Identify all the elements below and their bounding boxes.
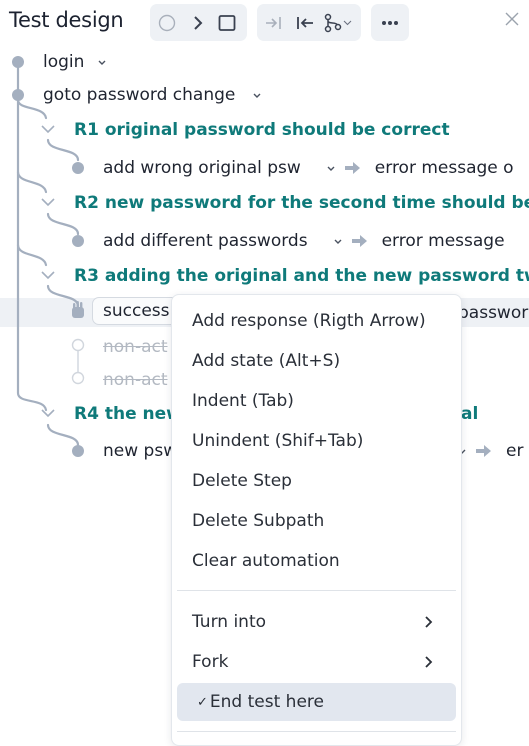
collapse-r2-icon — [41, 198, 55, 207]
step-label: success — [103, 301, 170, 321]
requirement-label: R3 adding the original and the new passw… — [74, 266, 529, 286]
add-block-button[interactable] — [212, 4, 242, 41]
chevron-down-icon[interactable] — [325, 162, 337, 174]
menu-item-label: Add state (Alt+S) — [192, 351, 341, 371]
circle-state-icon — [158, 14, 176, 31]
tree-step-r2s1[interactable]: add different passwords error message — [103, 226, 505, 256]
add-state-button[interactable] — [150, 4, 184, 41]
branch-r2 — [16, 170, 48, 194]
indent-button[interactable] — [257, 4, 291, 41]
context-menu: Add response (Rigth Arrow) Add state (Al… — [171, 294, 462, 746]
indent-icon — [266, 16, 281, 29]
step-label: add wrong original psw — [103, 158, 301, 178]
unindent-icon — [297, 16, 313, 29]
menu-item-label: Clear automation — [192, 551, 340, 571]
menu-item-label: Delete Subpath — [192, 511, 325, 531]
menu-item-label: Delete Step — [192, 471, 292, 491]
tree-step-r3s2[interactable]: non-act — [103, 332, 168, 362]
disabled-node — [71, 338, 85, 352]
menu-item-turn-into[interactable]: Turn into — [177, 603, 456, 641]
tree-step-goto[interactable]: goto password change — [43, 80, 263, 110]
disabled-step-label: non-act — [103, 370, 168, 390]
menu-item-label: Unindent (Shif+Tab) — [192, 431, 364, 451]
menu-item-label: Indent (Tab) — [192, 391, 294, 411]
add-response-button[interactable] — [184, 4, 212, 41]
tree-requirement-r4-tail: al — [461, 399, 478, 429]
requirement-label: R2 new password for the second time shou… — [74, 193, 529, 213]
response-arrow-icon — [351, 235, 367, 247]
node-dot — [12, 89, 24, 101]
tree-requirement-r3[interactable]: R3 adding the original and the new passw… — [74, 261, 529, 291]
response-arrow-icon — [344, 162, 360, 174]
structure-toolbar — [257, 4, 361, 41]
response-label[interactable]: error message — [382, 231, 505, 251]
more-button[interactable] — [371, 4, 409, 41]
node-dot — [72, 162, 84, 174]
step-label: new psw — [103, 441, 178, 461]
collapse-r3-icon — [41, 271, 55, 280]
fork-icon — [324, 13, 352, 32]
requirement-label: R1 original password should be correct — [74, 120, 450, 140]
menu-item-label: Turn into — [192, 612, 267, 632]
chevron-right-icon — [425, 656, 433, 668]
chevron-right-icon — [425, 616, 433, 628]
menu-item-add-state[interactable]: Add state (Alt+S) — [177, 342, 456, 380]
node-dot — [12, 56, 24, 68]
collapse-r4-icon — [41, 409, 55, 418]
tree-step-r3s3[interactable]: non-act — [103, 365, 168, 395]
node-dot — [72, 235, 84, 247]
panel-title: Test design — [9, 8, 124, 32]
step-label: login — [43, 52, 85, 72]
node-dot — [72, 445, 84, 457]
tree-requirement-r2[interactable]: R2 new password for the second time shou… — [74, 188, 529, 218]
menu-item-add-response[interactable]: Add response (Rigth Arrow) — [177, 302, 456, 340]
tree-step-r4s1[interactable]: new psw — [103, 436, 177, 466]
menu-item-label: End test here — [209, 692, 324, 712]
step-label: add different passwords — [103, 231, 308, 251]
chevron-down-icon[interactable] — [96, 56, 108, 68]
main-trunk-line — [16, 60, 48, 412]
tree-step-r4s1-response[interactable]: er — [456, 436, 523, 466]
tree-step-r3s1-response[interactable]: passwor — [458, 298, 528, 328]
unindent-button[interactable] — [291, 4, 319, 41]
disabled-node — [71, 371, 85, 385]
response-arrow-icon — [476, 445, 491, 457]
tree-requirement-r1[interactable]: R1 original password should be correct — [74, 115, 450, 145]
close-icon[interactable] — [503, 10, 521, 28]
step-label: goto password change — [43, 85, 236, 105]
chevron-right-icon — [194, 15, 203, 30]
branch-r3 — [16, 243, 48, 267]
menu-item-delete-step[interactable]: Delete Step — [177, 462, 456, 500]
menu-item-label: Add response (Rigth Arrow) — [192, 311, 426, 331]
check-icon: ✓ — [197, 694, 208, 710]
menu-item-unindent[interactable]: Unindent (Shif+Tab) — [177, 422, 456, 460]
menu-item-delete-subpath[interactable]: Delete Subpath — [177, 502, 456, 540]
tree-step-r1s1[interactable]: add wrong original psw error message o — [103, 153, 514, 183]
step-type-toolbar — [150, 4, 247, 41]
response-label[interactable]: error message o — [375, 158, 514, 178]
menu-divider — [177, 590, 456, 591]
more-icon — [382, 20, 398, 25]
menu-item-end-test-here[interactable]: ✓ End test here — [177, 683, 456, 721]
fork-dropdown-button[interactable] — [319, 4, 359, 41]
chevron-down-icon[interactable] — [332, 235, 344, 247]
menu-item-indent[interactable]: Indent (Tab) — [177, 382, 456, 420]
response-label: er — [506, 441, 524, 461]
requirement-label-tail: al — [461, 404, 479, 424]
menu-item-label: Fork — [192, 652, 229, 672]
tree-step-login[interactable]: login — [43, 47, 108, 77]
chevron-down-icon[interactable] — [251, 89, 263, 101]
branch-r1 — [16, 98, 48, 120]
square-icon — [218, 14, 236, 31]
menu-item-fork[interactable]: Fork — [177, 643, 456, 681]
disabled-step-label: non-act — [103, 337, 168, 357]
requirement-label: R4 the new — [74, 404, 182, 424]
menu-item-clear-automation[interactable]: Clear automation — [177, 542, 456, 580]
response-label: passwor — [458, 303, 529, 323]
tree-requirement-r4[interactable]: R4 the new — [74, 399, 182, 429]
collapse-r1-icon — [41, 125, 55, 134]
